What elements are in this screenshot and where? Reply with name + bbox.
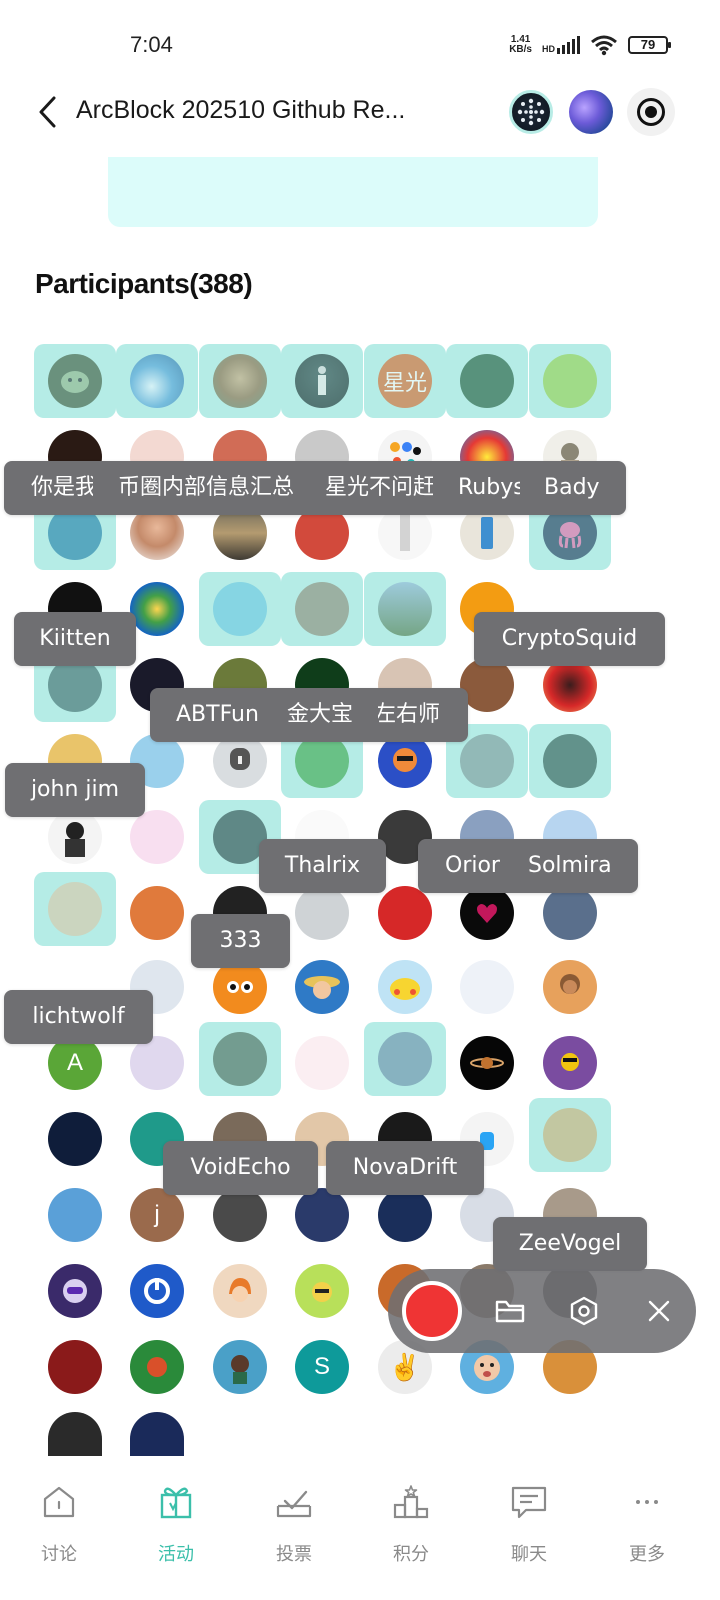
participant-avatar[interactable] xyxy=(34,1102,116,1176)
nav-label: 投票 xyxy=(276,1544,312,1565)
bottom-nav: 讨论 活动 投票 积分 聊天 更多 xyxy=(0,1462,720,1600)
podium-icon xyxy=(391,1482,431,1522)
participant-avatar[interactable] xyxy=(34,1178,116,1252)
participant-avatar[interactable] xyxy=(199,1254,281,1328)
participant-avatar[interactable] xyxy=(529,950,611,1024)
participant-avatar[interactable] xyxy=(446,1026,528,1100)
tooltip-label: 金大宝 xyxy=(287,702,354,727)
gift-icon xyxy=(156,1482,196,1522)
participant-avatar[interactable] xyxy=(281,1254,363,1328)
tooltip-label: CryptoSquid xyxy=(501,626,638,651)
settings-icon[interactable] xyxy=(566,1293,602,1329)
participant-avatar[interactable] xyxy=(34,1330,116,1404)
participant-avatar[interactable] xyxy=(364,950,446,1024)
participant-avatar[interactable] xyxy=(34,344,116,418)
participant-avatar[interactable] xyxy=(446,950,528,1024)
tooltip-label: 币圈内部信息汇总 xyxy=(118,475,295,500)
tooltip-label: 333 xyxy=(219,928,262,953)
participant-avatar[interactable] xyxy=(281,572,363,646)
participant-avatar[interactable] xyxy=(116,344,198,418)
participant-avatar[interactable] xyxy=(34,1254,116,1328)
nav-points[interactable]: 积分 xyxy=(361,1476,461,1586)
nav-vote[interactable]: 投票 xyxy=(244,1476,344,1586)
folder-icon[interactable] xyxy=(492,1293,528,1329)
chat-icon xyxy=(509,1482,549,1522)
participant-avatar[interactable] xyxy=(199,1330,281,1404)
tooltip: NovaDrift xyxy=(326,1141,484,1195)
participant-avatar[interactable] xyxy=(34,872,116,946)
tooltip: 333 xyxy=(191,914,290,968)
participant-avatar[interactable]: S xyxy=(281,1330,363,1404)
tooltip-row-7: Orior Solmira xyxy=(418,839,638,893)
participant-avatar[interactable] xyxy=(529,1026,611,1100)
participant-avatar[interactable] xyxy=(281,950,363,1024)
tooltip-label: 左右师 xyxy=(378,702,440,727)
tooltip-label: Kiitten xyxy=(39,626,111,651)
tooltip-label: 你是我 xyxy=(31,475,93,500)
participant-avatar[interactable] xyxy=(364,572,446,646)
participant-avatar[interactable] xyxy=(199,344,281,418)
tooltip: ZeeVogel xyxy=(493,1217,647,1271)
nav-label: 讨论 xyxy=(41,1544,77,1565)
tooltip-label: Bady xyxy=(544,475,600,500)
participant-avatar[interactable] xyxy=(529,1098,611,1172)
tooltip-row-5: ABTFun 金大宝 左右师 xyxy=(150,688,468,742)
more-icon xyxy=(627,1482,667,1522)
participant-avatar[interactable] xyxy=(281,344,363,418)
tooltip: john jim xyxy=(5,763,145,817)
tooltip-label: Orior xyxy=(445,853,500,878)
participant-avatar[interactable] xyxy=(199,1022,281,1096)
avatar-initials: 星光 xyxy=(378,354,432,408)
nav-chat[interactable]: 聊天 xyxy=(479,1476,579,1586)
participant-avatar[interactable] xyxy=(116,1330,198,1404)
nav-discussion[interactable]: 讨论 xyxy=(9,1476,109,1586)
avatar-initials: S xyxy=(295,1340,349,1394)
tooltip-label: 星光不问赶路人 xyxy=(325,475,433,500)
tooltip-label: ZeeVogel xyxy=(518,1231,622,1256)
tooltip: CryptoSquid xyxy=(474,612,665,666)
participant-avatar[interactable] xyxy=(116,1254,198,1328)
vote-icon xyxy=(274,1482,314,1522)
screen-recorder-toolbar xyxy=(388,1269,696,1353)
nav-label: 聊天 xyxy=(511,1544,547,1565)
home-icon xyxy=(39,1482,79,1522)
tooltip: VoidEcho xyxy=(163,1141,318,1195)
avatar-initials: j xyxy=(130,1188,184,1242)
tooltip: Thalrix xyxy=(259,839,386,893)
tooltip: lichtwolf xyxy=(4,990,153,1044)
tooltip-row-1: 你是我 币圈内部信息汇总 星光不问赶路人 Rubys Bady xyxy=(4,461,626,515)
participant-avatar[interactable] xyxy=(446,344,528,418)
participant-avatar[interactable] xyxy=(281,1026,363,1100)
participant-avatar[interactable] xyxy=(529,724,611,798)
tooltip-label: lichtwolf xyxy=(32,1004,125,1029)
participant-avatar[interactable] xyxy=(116,876,198,950)
nav-more[interactable]: 更多 xyxy=(597,1476,697,1586)
tooltip-label: NovaDrift xyxy=(352,1155,458,1180)
tooltip-label: Rubys xyxy=(458,475,520,500)
nav-label: 更多 xyxy=(629,1544,665,1565)
nav-activity[interactable]: 活动 xyxy=(126,1476,226,1586)
participant-avatar[interactable] xyxy=(529,344,611,418)
tooltip-label: john jim xyxy=(30,777,120,802)
nav-label: 积分 xyxy=(393,1544,429,1565)
avatar-initials: A xyxy=(48,1036,102,1090)
tooltip-label: VoidEcho xyxy=(190,1155,291,1180)
tooltip-label: Solmira xyxy=(528,853,612,878)
participant-avatar[interactable] xyxy=(364,1022,446,1096)
participant-avatar[interactable] xyxy=(199,572,281,646)
tooltip: Kiitten xyxy=(14,612,136,666)
nav-label: 活动 xyxy=(158,1544,194,1565)
tooltip-label: Thalrix xyxy=(284,853,361,878)
record-button[interactable] xyxy=(402,1281,462,1341)
tooltip-label: ABTFun xyxy=(176,702,259,727)
close-icon[interactable] xyxy=(641,1293,677,1329)
participant-avatar[interactable]: 星光 xyxy=(364,344,446,418)
